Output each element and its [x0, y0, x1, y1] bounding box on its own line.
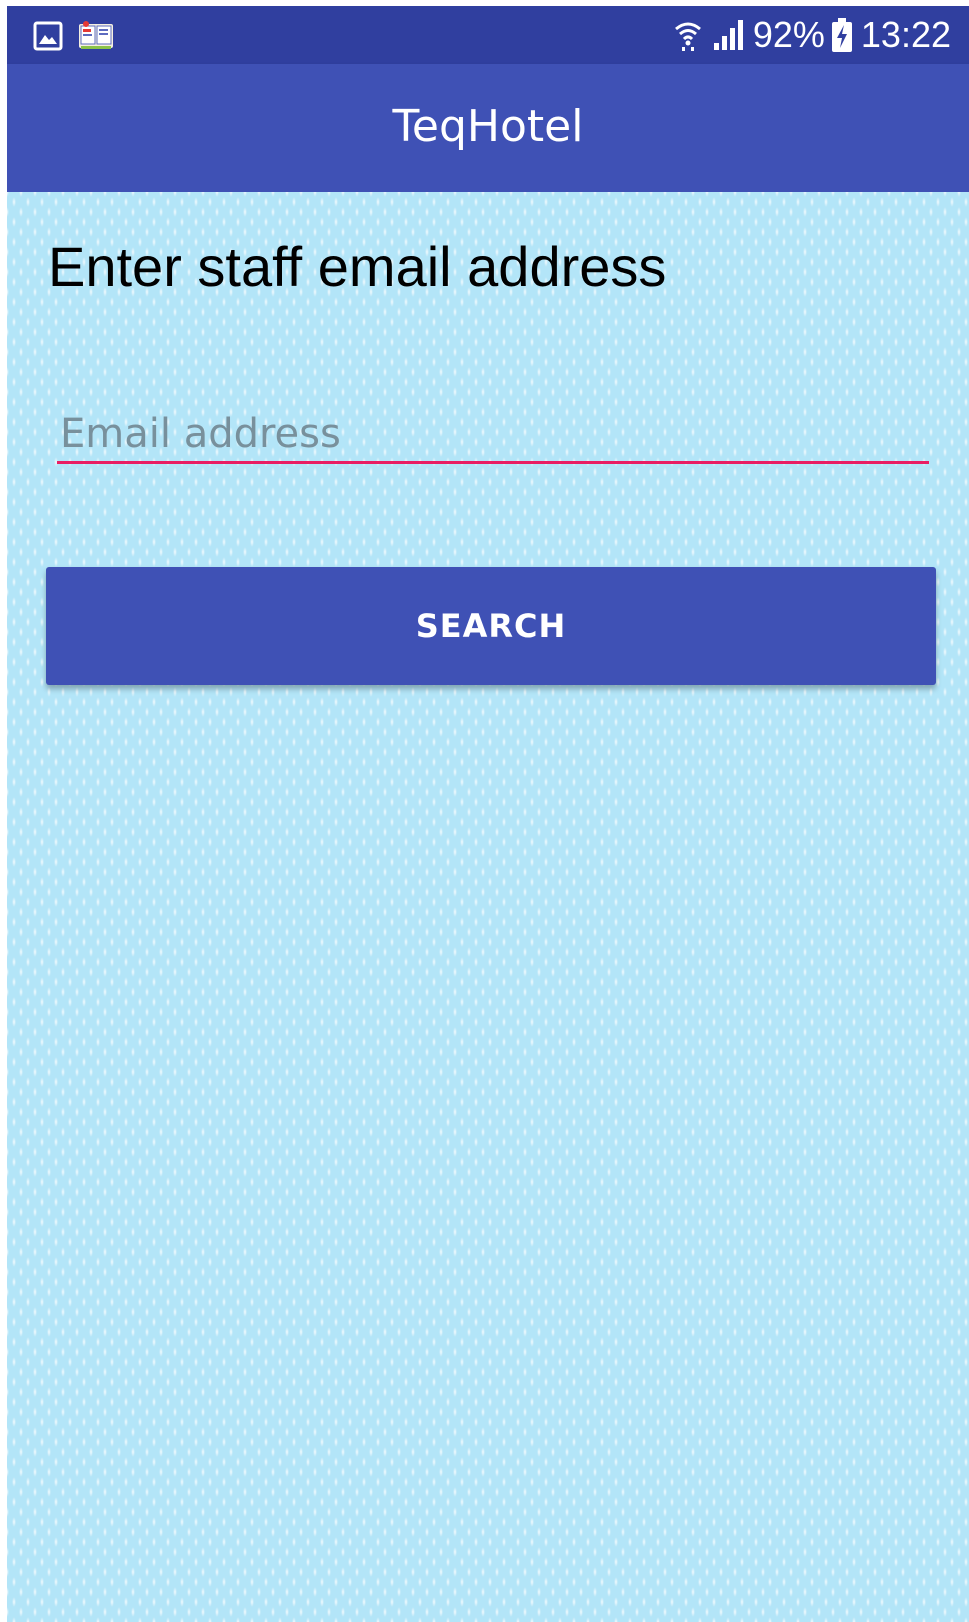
battery-percent: 92%	[752, 14, 825, 55]
email-field[interactable]	[57, 406, 929, 464]
app-title: TeqHotel	[392, 101, 584, 152]
battery-charging-icon	[831, 18, 852, 52]
app-toolbar: TeqHotel	[7, 64, 969, 192]
clock: 13:22	[860, 14, 951, 55]
system-status: 92% 13:22	[673, 12, 951, 58]
book-app-notification-icon	[79, 21, 113, 49]
page-heading: Enter staff email address	[48, 235, 667, 298]
gallery-notification-icon	[33, 21, 63, 51]
notification-icons	[33, 20, 129, 52]
wifi-icon	[674, 22, 701, 51]
search-button[interactable]: SEARCH	[46, 567, 936, 685]
app-screen: 92% 13:22 TeqHotel Enter staff email add…	[7, 6, 969, 1622]
signal-icon	[713, 20, 743, 50]
content-area: Enter staff email address SEARCH	[7, 192, 969, 1622]
status-bar: 92% 13:22	[7, 6, 969, 64]
